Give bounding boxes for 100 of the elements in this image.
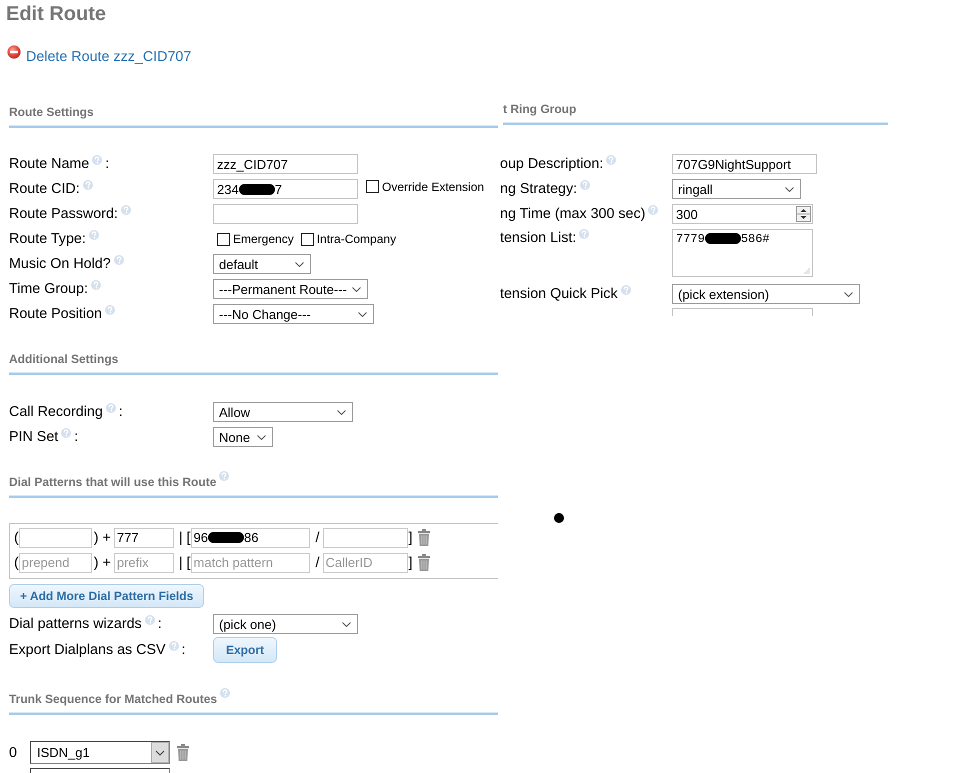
export-button[interactable]: Export (213, 637, 278, 663)
delete-route-link[interactable]: Delete Route zzz_CID707 (7, 48, 192, 66)
field-label: ng Time (max 300 sec) (500, 205, 646, 223)
dropdown-select[interactable]: (pick one) (213, 614, 358, 634)
dropdown-select[interactable]: ringall (672, 179, 801, 199)
help-icon[interactable] (606, 154, 616, 164)
dropdown-select[interactable]: default (213, 254, 311, 274)
checkbox-label[interactable]: Emergency (233, 232, 294, 246)
field-label: Call Recording (9, 403, 103, 421)
field-label: Route Password: (9, 205, 118, 223)
add-pattern-button[interactable]: + Add More Dial Pattern Fields (9, 584, 204, 608)
section-heading: t Ring Group (503, 101, 576, 117)
redaction-mark (704, 233, 741, 244)
chevron-icon (358, 312, 367, 316)
checkbox[interactable] (300, 232, 314, 246)
section-heading: Trunk Sequence for Matched Routes (9, 691, 218, 707)
label-colon: : (158, 615, 162, 633)
text-input[interactable] (672, 308, 813, 316)
chevron-icon (785, 186, 794, 192)
help-icon[interactable] (88, 230, 99, 240)
field-label: oup Description: (500, 155, 604, 173)
pattern-separator: / (316, 530, 320, 546)
section-heading: Additional Settings (9, 351, 118, 367)
checkbox-label[interactable]: Intra-Company (316, 232, 396, 246)
field-label: tension List: (500, 229, 576, 247)
trash-icon[interactable] (177, 744, 189, 761)
help-icon[interactable] (620, 284, 631, 294)
pattern-input[interactable]: 777 (114, 528, 174, 548)
checkbox[interactable] (366, 180, 379, 194)
field-label: Route Name (9, 155, 90, 173)
pattern-separator: ] (408, 554, 412, 570)
help-icon[interactable] (82, 180, 93, 190)
label-colon: : (118, 403, 123, 421)
field-label: Route Type: (9, 230, 86, 248)
pattern-separator: ( (14, 530, 19, 546)
dropdown-select[interactable]: (pick extension) (672, 284, 860, 304)
pattern-separator: ] (408, 530, 412, 546)
spinner-icon[interactable] (796, 206, 811, 222)
text-area[interactable]: 7779 586# (672, 229, 813, 277)
pattern-input[interactable] (18, 528, 92, 548)
text-input[interactable] (213, 204, 358, 224)
checkbox[interactable] (217, 232, 230, 246)
trash-icon[interactable] (418, 529, 430, 546)
help-icon[interactable] (580, 180, 590, 190)
chevron-icon (337, 410, 346, 414)
chevron-icon (352, 286, 361, 292)
label-colon: : (105, 155, 110, 173)
chevron-icon (844, 292, 853, 296)
field-label: tension Quick Pick (500, 285, 618, 303)
chevron-icon (342, 622, 351, 626)
pattern-separator: / (316, 554, 320, 570)
help-icon[interactable] (579, 228, 590, 238)
delete-icon (7, 45, 21, 59)
section-heading: Dial Patterns that will use this Route (9, 474, 216, 490)
help-icon[interactable] (92, 154, 102, 164)
field-label: Dial patterns wizards (9, 615, 142, 633)
redaction-mark (238, 184, 275, 194)
redaction-mark (208, 532, 244, 543)
page-title: Edit Route (6, 2, 106, 26)
chevron-icon (257, 434, 266, 440)
label-colon: : (182, 641, 186, 659)
text-input[interactable]: 234 7 (213, 179, 358, 199)
field-label: Music On Hold? (9, 255, 111, 273)
help-icon[interactable] (61, 428, 72, 438)
chevron-icon[interactable] (151, 742, 169, 763)
help-icon[interactable] (219, 471, 230, 481)
field-label: Route Position (9, 305, 102, 323)
pattern-separator: ) + (94, 530, 111, 546)
dropdown-select[interactable]: Allow (213, 402, 353, 422)
help-icon[interactable] (105, 304, 115, 314)
dropdown-select[interactable]: ---No Change--- (213, 304, 374, 324)
label-colon: : (74, 428, 78, 446)
pattern-input[interactable]: 96 86 (190, 528, 310, 548)
help-icon[interactable] (114, 254, 124, 264)
chevron-icon (295, 262, 304, 266)
pattern-separator: ) + (94, 554, 111, 570)
trash-icon[interactable] (418, 554, 430, 571)
trunk-position: 0 (9, 744, 18, 760)
pattern-separator: ( (14, 554, 19, 570)
text-input[interactable]: 707G9NightSupport (672, 154, 817, 174)
pattern-input[interactable] (322, 528, 408, 548)
help-icon[interactable] (220, 688, 230, 698)
field-label: PIN Set (9, 428, 58, 446)
help-icon[interactable] (106, 402, 116, 412)
number-input[interactable]: 300 (672, 204, 813, 224)
help-icon[interactable] (648, 204, 658, 214)
help-icon[interactable] (90, 280, 101, 290)
dot-icon (554, 513, 564, 523)
section-heading: Route Settings (9, 104, 94, 120)
checkbox-label[interactable]: Override Extension (382, 180, 484, 194)
dropdown-select[interactable]: None (213, 427, 273, 447)
help-icon[interactable] (168, 640, 179, 650)
field-label: ng Strategy: (500, 180, 578, 198)
help-icon[interactable] (144, 614, 155, 624)
trunk-select[interactable]: ISDN_g1 (30, 741, 170, 764)
dropdown-select[interactable]: ---Permanent Route--- (213, 279, 368, 299)
help-icon[interactable] (120, 204, 131, 214)
trunk-select[interactable] (30, 768, 170, 773)
text-input[interactable]: zzz_CID707 (213, 154, 358, 174)
pattern-separator: | [ (178, 554, 191, 570)
